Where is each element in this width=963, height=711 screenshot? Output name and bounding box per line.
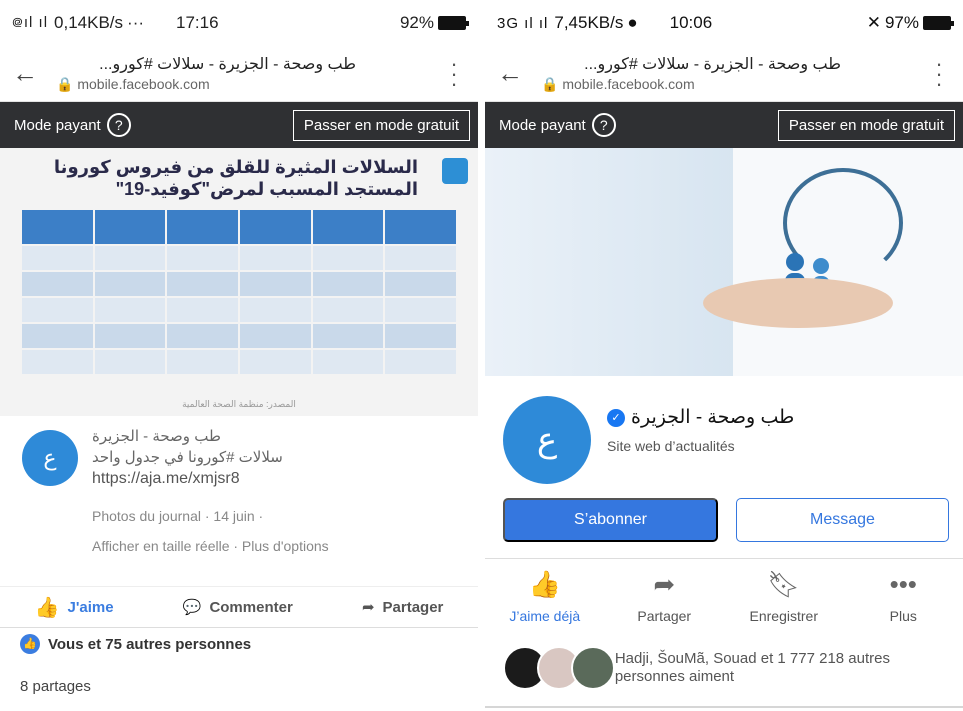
friend-avatar: [571, 646, 615, 690]
kebab-menu-icon[interactable]: · · ·: [927, 52, 951, 94]
signal-indicator: 3G ıl ıl: [497, 14, 549, 32]
like-reaction-icon: 👍: [20, 634, 40, 654]
friends-who-like[interactable]: Hadji, ŠouMã, Souad et 1 777 218 autres …: [503, 646, 953, 690]
post-author[interactable]: طب وصحة - الجزيرة: [92, 426, 466, 447]
liked-button[interactable]: 👍 J’aime déjà: [490, 566, 600, 625]
share-icon: ➦: [361, 599, 375, 616]
infographic-title: السلالات المثيرة للقلق من فيروس كورونا ا…: [53, 157, 418, 199]
post-options[interactable]: Afficher en taille réelle · Plus d'optio…: [92, 538, 466, 554]
share-icon: ➦: [653, 568, 676, 599]
pay-mode-label: Mode payant?: [14, 113, 131, 137]
back-arrow-icon[interactable]: ←: [12, 58, 56, 89]
battery-percent: 92%: [399, 13, 434, 32]
friends-like-text: Hadji, ŠouMã, Souad et 1 777 218 autres …: [614, 650, 890, 685]
back-arrow-icon[interactable]: ←: [497, 58, 541, 89]
post-details: ع طب وصحة - الجزيرة سلالات #كورونا في جد…: [0, 416, 478, 554]
page-category: Site web d’actualités: [607, 438, 735, 454]
thumbs-up-icon: 👍: [528, 568, 561, 599]
messenger-icon: ●: [627, 13, 638, 32]
post-link[interactable]: https://aja.me/xmjsr8: [92, 468, 466, 490]
comment-button[interactable]: 💬 Commenter: [182, 598, 293, 617]
aljazeera-logo-icon: [442, 158, 468, 184]
pay-mode-label: Mode payant?: [499, 113, 616, 137]
hand-shape: [703, 278, 893, 328]
infographic-image[interactable]: السلالات المثيرة للقلق من فيروس كورونا ا…: [0, 148, 478, 416]
url-text[interactable]: طب وصحة - الجزيرة - سلالات #كورو... 🔒 mo…: [56, 54, 442, 93]
cover-photo[interactable]: [485, 148, 963, 376]
free-mode-button[interactable]: Passer en mode gratuit: [292, 109, 470, 141]
share-button[interactable]: ➦ Partager: [361, 598, 443, 617]
page-button-row: S’abonner Message: [503, 498, 949, 542]
battery-icon: [438, 16, 469, 30]
notification-dots: ···: [127, 13, 145, 32]
divider: [485, 558, 963, 559]
page-profile-picture[interactable]: ع: [503, 396, 591, 484]
message-button[interactable]: Message: [736, 498, 949, 542]
url-bar: ← طب وصحة - الجزيرة - سلالات #كورو... 🔒 …: [0, 46, 478, 102]
network-speed: 7,45KB/s: [554, 13, 624, 32]
page-name: طب وصحة - الجزيرة: [631, 407, 795, 428]
battery-icon: [923, 16, 954, 30]
status-bar: ᪤ıl ıl 0,14KB/s ··· 17:16 92%: [0, 0, 478, 46]
shares-count[interactable]: 8 partages: [20, 678, 91, 695]
network-speed: 0,14KB/s: [54, 13, 124, 32]
infographic-table: [22, 210, 456, 374]
help-icon[interactable]: ?: [106, 113, 131, 137]
mute-icon: ✕: [866, 13, 881, 32]
status-bar: 3G ıl ıl 7,45KB/s ● 10:06 ✕ 97%: [485, 0, 963, 46]
friend-avatars: [503, 646, 615, 690]
page-avatar[interactable]: ع: [22, 430, 78, 486]
screenshot-divider: [478, 0, 485, 711]
share-page-button[interactable]: ➦ Partager: [609, 566, 719, 625]
page-action-row: 👍 J’aime déjà ➦ Partager 🔖︎ Enregistrer …: [485, 566, 963, 625]
battery-indicator: ✕ 97%: [866, 13, 954, 33]
battery-indicator: 92%: [399, 13, 469, 33]
comment-icon: 💬: [182, 599, 202, 616]
page-title: طب وصحة - الجزيرة - سلالات #كورو...: [99, 56, 356, 73]
more-button[interactable]: ••• Plus: [848, 566, 958, 625]
bottom-divider: [485, 706, 963, 708]
post-text: سلالات #كورونا في جدول واحد: [92, 449, 283, 466]
url-domain: 🔒 mobile.facebook.com: [56, 76, 210, 92]
signal-indicator: ᪤ıl ıl: [12, 14, 49, 31]
right-phone-screen: 3G ıl ıl 7,45KB/s ● 10:06 ✕ 97% ← طب وصح…: [485, 0, 963, 711]
like-button[interactable]: 👍 J'aime: [35, 595, 114, 620]
save-label: Enregistrer: [749, 608, 818, 624]
left-phone-screen: ᪤ıl ıl 0,14KB/s ··· 17:16 92% ← طب وصحة …: [0, 0, 478, 711]
likes-text: Vous et 75 autres personnes: [48, 635, 252, 653]
post-action-bar: 👍 J'aime 💬 Commenter ➦ Partager: [0, 586, 478, 628]
url-bar: ← طب وصحة - الجزيرة - سلالات #كورو... 🔒 …: [485, 46, 963, 102]
kebab-menu-icon[interactable]: · · ·: [442, 52, 466, 94]
subscribe-button[interactable]: S’abonner: [503, 498, 718, 542]
post-meta: Photos du journal · 14 juin ·: [92, 508, 264, 524]
verified-badge-icon: ✓: [607, 408, 625, 427]
page-name-row[interactable]: ✓ طب وصحة - الجزيرة: [607, 406, 794, 429]
more-icon: •••: [889, 568, 917, 599]
help-icon[interactable]: ?: [591, 113, 616, 137]
pay-mode-bar: Mode payant? Passer en mode gratuit: [0, 102, 478, 148]
page-title: طب وصحة - الجزيرة - سلالات #كورو...: [584, 56, 841, 73]
url-domain: 🔒 mobile.facebook.com: [541, 76, 695, 92]
thumbs-up-icon: 👍: [34, 596, 60, 619]
free-mode-button[interactable]: Passer en mode gratuit: [777, 109, 955, 141]
battery-percent: 97%: [884, 13, 919, 32]
more-label: Plus: [889, 608, 917, 624]
url-text[interactable]: طب وصحة - الجزيرة - سلالات #كورو... 🔒 mo…: [541, 54, 927, 93]
save-button[interactable]: 🔖︎ Enregistrer: [729, 566, 839, 625]
liked-label: J’aime déjà: [509, 608, 581, 624]
share-label: Partager: [637, 608, 692, 624]
likes-summary[interactable]: 👍 Vous et 75 autres personnes: [20, 634, 251, 654]
pay-mode-bar: Mode payant? Passer en mode gratuit: [485, 102, 963, 148]
bookmark-icon: 🔖︎: [767, 568, 801, 599]
status-time: 10:06: [669, 13, 713, 32]
infographic-footer: المصدر: منظمة الصحة العالمية: [182, 399, 296, 409]
status-time: 17:16: [176, 13, 219, 32]
